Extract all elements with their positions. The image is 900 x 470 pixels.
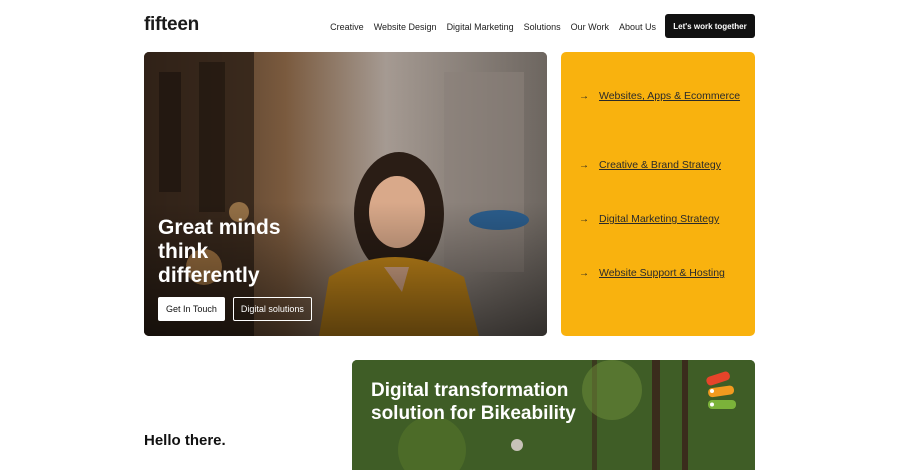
get-in-touch-button[interactable]: Get In Touch	[158, 297, 225, 321]
service-link[interactable]: Creative & Brand Strategy	[599, 158, 721, 173]
case-study-card[interactable]: Digital transformation solution for Bike…	[352, 360, 755, 470]
service-link[interactable]: Website Support & Hosting	[599, 266, 725, 281]
nav-our-work[interactable]: Our Work	[571, 22, 609, 32]
service-item-support[interactable]: → Website Support & Hosting	[579, 266, 745, 281]
nav-creative[interactable]: Creative	[330, 22, 364, 32]
services-panel: → Websites, Apps & Ecommerce → Creative …	[561, 52, 755, 336]
arrow-right-icon: →	[579, 268, 589, 279]
service-item-marketing[interactable]: → Digital Marketing Strategy	[579, 212, 745, 227]
digital-solutions-button[interactable]: Digital solutions	[232, 297, 312, 321]
lets-work-together-button[interactable]: Let's work together	[665, 14, 755, 38]
hero-actions: Get In Touch Digital solutions	[158, 297, 312, 321]
nav-digital-marketing[interactable]: Digital Marketing	[447, 22, 514, 32]
arrow-right-icon: →	[579, 160, 589, 171]
nav-website-design[interactable]: Website Design	[374, 22, 437, 32]
nav-about-us[interactable]: About Us	[619, 22, 656, 32]
main-nav: Creative Website Design Digital Marketin…	[330, 22, 656, 32]
hero-heading: Great minds think differently	[158, 216, 281, 287]
service-link[interactable]: Digital Marketing Strategy	[599, 212, 719, 227]
service-item-websites[interactable]: → Websites, Apps & Ecommerce	[579, 89, 745, 104]
service-link[interactable]: Websites, Apps & Ecommerce	[599, 89, 740, 104]
arrow-right-icon: →	[579, 214, 589, 225]
hero-banner: Great minds think differently Get In Tou…	[144, 52, 547, 336]
service-item-creative[interactable]: → Creative & Brand Strategy	[579, 158, 745, 173]
hero-photo	[144, 52, 547, 336]
arrow-right-icon: →	[579, 91, 589, 102]
bikeability-badges-icon	[706, 371, 736, 409]
case-study-title: Digital transformation solution for Bike…	[371, 380, 576, 424]
nav-solutions[interactable]: Solutions	[524, 22, 561, 32]
intro-heading: Hello there.	[144, 432, 226, 449]
logo[interactable]: fifteen	[144, 14, 199, 36]
